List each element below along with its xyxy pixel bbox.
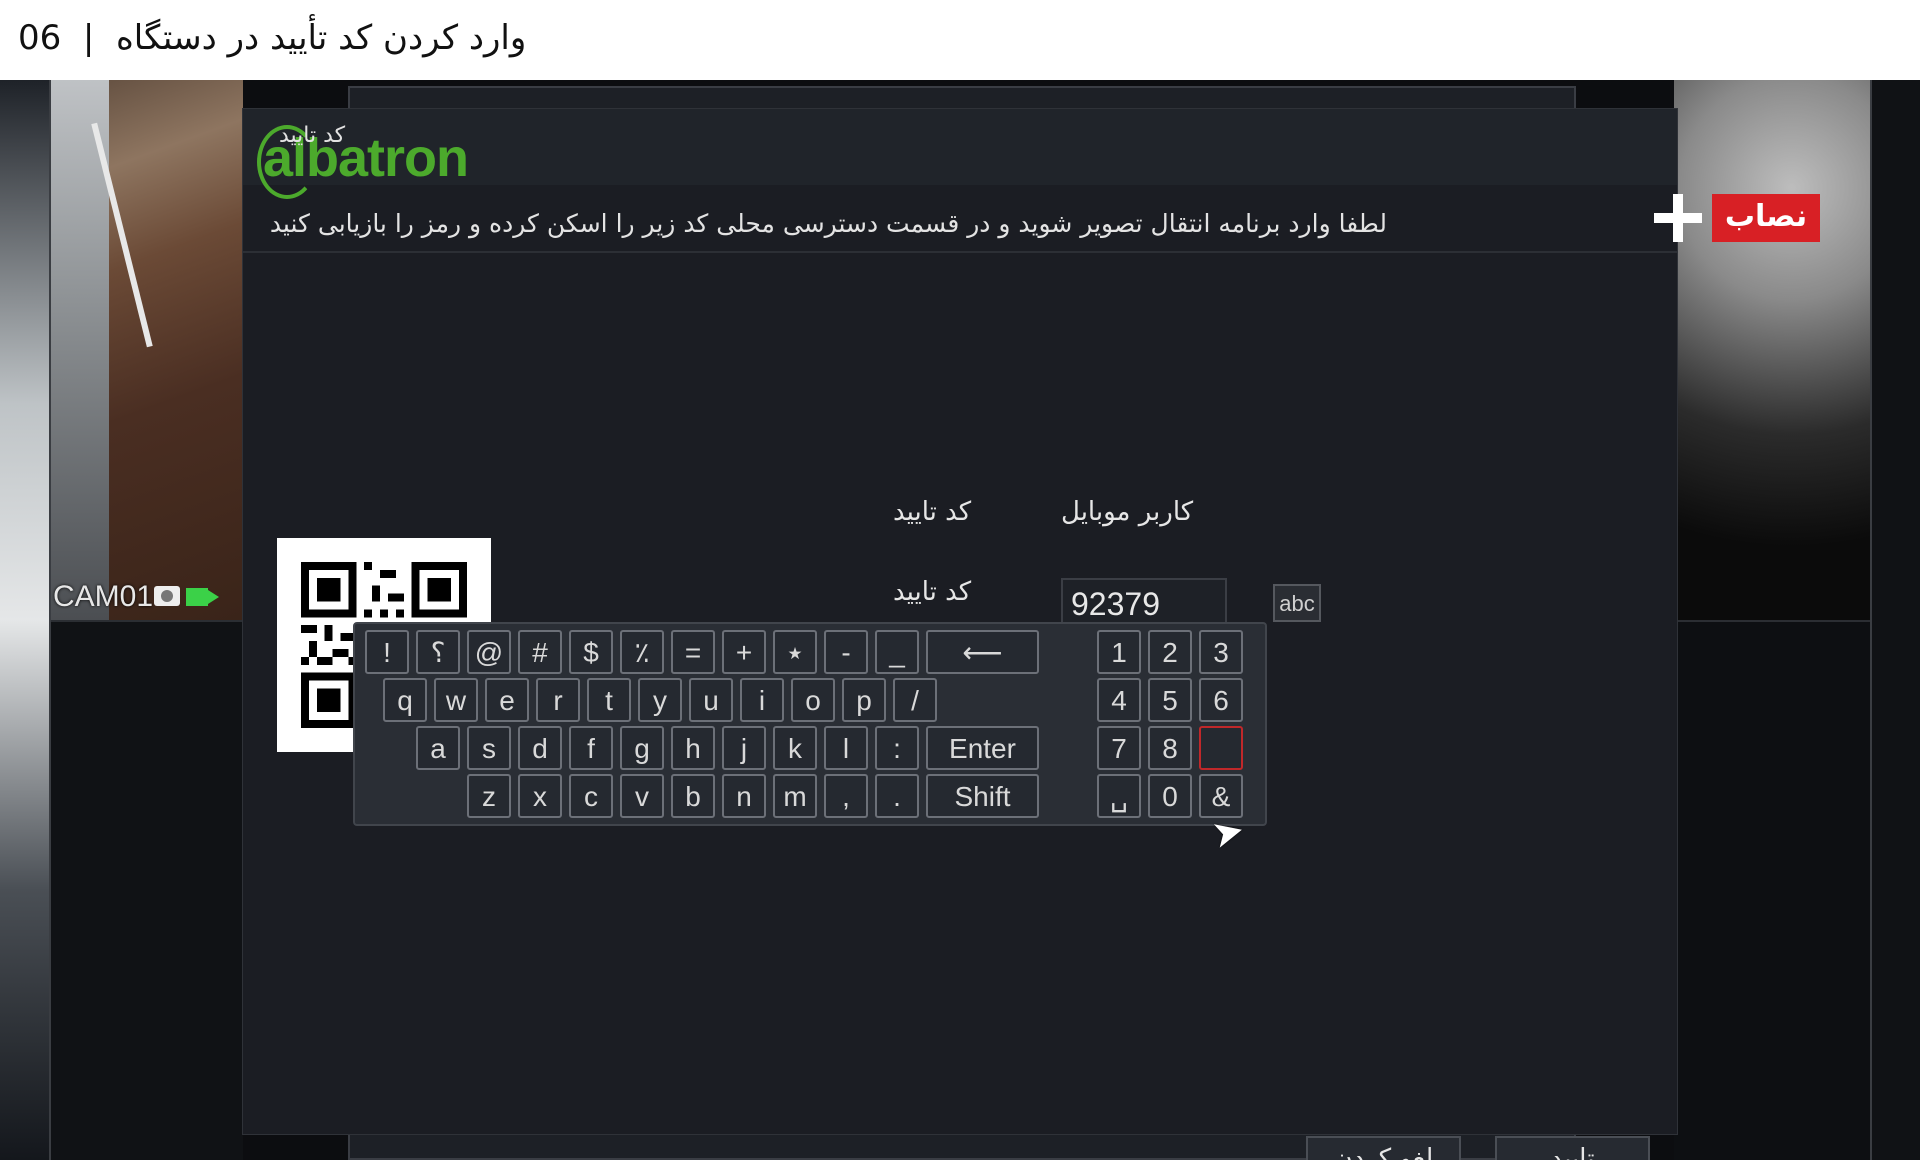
- enter-key[interactable]: Enter: [926, 726, 1039, 770]
- key[interactable]: n: [722, 774, 766, 818]
- key[interactable]: u: [689, 678, 733, 722]
- camera-feed-top-right[interactable]: [1674, 80, 1870, 620]
- key[interactable]: b: [671, 774, 715, 818]
- numpad-key-selected[interactable]: 9: [1199, 726, 1243, 770]
- key[interactable]: j: [722, 726, 766, 770]
- camera-feed-bottom-left[interactable]: [49, 620, 243, 1160]
- virtual-keyboard: ! ؟ @ # $ ٪ = + ٭ - _ ⟵ q w e r t y u i …: [353, 622, 1267, 826]
- key[interactable]: ؟: [416, 630, 460, 674]
- plus-icon: [1654, 194, 1702, 242]
- lesson-title: 06 | وارد کردن کد تأیید در دستگاه: [18, 18, 527, 58]
- numpad-key[interactable]: 1: [1097, 630, 1141, 674]
- key[interactable]: a: [416, 726, 460, 770]
- key[interactable]: e: [485, 678, 529, 722]
- dvr-screen: CAM01 albatron کد تایید لطفا وارد برنامه…: [0, 80, 1920, 1160]
- backspace-key[interactable]: ⟵: [926, 630, 1039, 674]
- mobile-user-value: کد تایید: [893, 497, 972, 527]
- key[interactable]: $: [569, 630, 613, 674]
- key[interactable]: f: [569, 726, 613, 770]
- key[interactable]: o: [791, 678, 835, 722]
- space-key[interactable]: ␣: [1097, 774, 1141, 818]
- numpad-key[interactable]: 3: [1199, 630, 1243, 674]
- key[interactable]: x: [518, 774, 562, 818]
- key[interactable]: l: [824, 726, 868, 770]
- dialog-description: لطفا وارد برنامه انتقال تصویر شوید و در …: [269, 209, 1387, 238]
- video-camera-icon: [186, 588, 208, 606]
- key[interactable]: .: [875, 774, 919, 818]
- numpad-key[interactable]: 4: [1097, 678, 1141, 722]
- key[interactable]: g: [620, 726, 664, 770]
- camera-feed-bottom-right[interactable]: [1674, 620, 1870, 1160]
- key[interactable]: !: [365, 630, 409, 674]
- numpad-key[interactable]: 2: [1148, 630, 1192, 674]
- verification-code-input[interactable]: 92379: [1061, 578, 1227, 626]
- dialog-header: albatron کد تایید: [243, 109, 1677, 199]
- grid-divider: [49, 80, 51, 1160]
- code-label: کد تایید: [893, 577, 972, 607]
- key[interactable]: d: [518, 726, 562, 770]
- key[interactable]: m: [773, 774, 817, 818]
- key[interactable]: z: [467, 774, 511, 818]
- key[interactable]: q: [383, 678, 427, 722]
- key[interactable]: ,: [824, 774, 868, 818]
- lesson-title-bar: 06 | وارد کردن کد تأیید در دستگاه: [0, 0, 1920, 80]
- key[interactable]: y: [638, 678, 682, 722]
- key[interactable]: ٪: [620, 630, 664, 674]
- mobile-user-label: کاربر موبایل: [1061, 497, 1194, 527]
- key[interactable]: /: [893, 678, 937, 722]
- brand-name: نصاب: [1712, 194, 1820, 242]
- cancel-button[interactable]: لغو کردن: [1306, 1136, 1461, 1160]
- numpad-key[interactable]: 6: [1199, 678, 1243, 722]
- key[interactable]: p: [842, 678, 886, 722]
- numpad-key[interactable]: 5: [1148, 678, 1192, 722]
- key[interactable]: :: [875, 726, 919, 770]
- record-icon: [154, 586, 180, 606]
- key[interactable]: t: [587, 678, 631, 722]
- key[interactable]: @: [467, 630, 511, 674]
- key[interactable]: i: [740, 678, 784, 722]
- input-mode-abc-button[interactable]: abc: [1273, 584, 1321, 622]
- key[interactable]: ٭: [773, 630, 817, 674]
- camera-feed-right-edge: [1870, 80, 1920, 1160]
- numpad-key[interactable]: 8: [1148, 726, 1192, 770]
- numpad-key[interactable]: 0: [1148, 774, 1192, 818]
- camera-label: CAM01: [53, 580, 154, 613]
- shift-key[interactable]: Shift: [926, 774, 1039, 818]
- camera-feed-left-edge: [0, 80, 49, 1160]
- key[interactable]: _: [875, 630, 919, 674]
- verification-code-dialog: albatron کد تایید لطفا وارد برنامه انتقا…: [242, 108, 1678, 1160]
- key[interactable]: c: [569, 774, 613, 818]
- dialog-title: کد تایید: [279, 123, 346, 148]
- confirm-button[interactable]: تایید: [1495, 1136, 1650, 1160]
- grid-divider: [1870, 80, 1872, 1160]
- key[interactable]: =: [671, 630, 715, 674]
- key[interactable]: +: [722, 630, 766, 674]
- divider: [243, 251, 1677, 253]
- key[interactable]: v: [620, 774, 664, 818]
- key[interactable]: w: [434, 678, 478, 722]
- camera-feed-cam01[interactable]: [49, 80, 243, 620]
- key[interactable]: #: [518, 630, 562, 674]
- key[interactable]: r: [536, 678, 580, 722]
- key[interactable]: s: [467, 726, 511, 770]
- key[interactable]: -: [824, 630, 868, 674]
- key[interactable]: k: [773, 726, 817, 770]
- numpad-key[interactable]: 7: [1097, 726, 1141, 770]
- key[interactable]: h: [671, 726, 715, 770]
